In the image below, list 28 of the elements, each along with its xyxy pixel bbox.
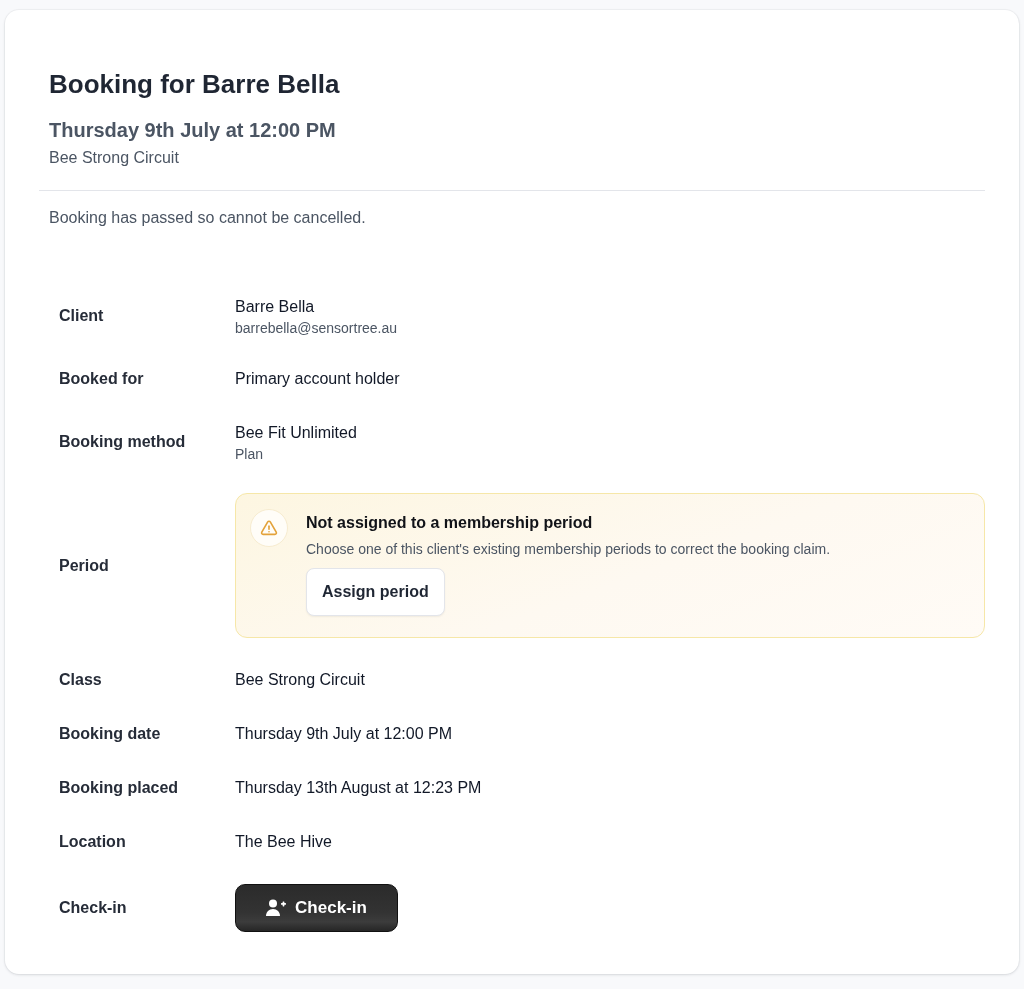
detail-value: Thursday 9th July at 12:00 PM (235, 724, 453, 744)
alert-message: Choose one of this client's existing membership periods to correct the booking claim. (306, 540, 831, 559)
detail-secondary-text: Plan (235, 445, 265, 463)
cancellation-notice: Booking has passed so cannot be cancelled. (48, 208, 367, 228)
detail-label: Location (59, 832, 126, 852)
warning-icon (250, 509, 288, 547)
detail-label: Class (59, 670, 102, 690)
detail-value: Bee Strong Circuit (235, 670, 366, 690)
detail-value: The Bee Hive (235, 832, 333, 852)
check-in-button[interactable]: Check-in (235, 884, 398, 932)
page-title: Booking for Barre Bella (49, 68, 341, 100)
detail-label: Period (59, 555, 109, 576)
detail-label: Client (59, 306, 104, 326)
detail-label: Booked for (59, 369, 144, 389)
detail-value: Barre Bella (235, 297, 316, 317)
detail-label: Booking date (59, 724, 161, 744)
alert-title: Not assigned to a membership period (306, 513, 593, 533)
class-name: Bee Strong Circuit (49, 148, 180, 168)
detail-value: Bee Fit Unlimited (235, 423, 358, 443)
detail-secondary-text: barrebella@sensortree.au (235, 319, 399, 337)
detail-label: Check-in (59, 898, 127, 918)
detail-value: Primary account holder (235, 369, 401, 389)
booking-date-heading: Thursday 9th July at 12:00 PM (49, 118, 337, 143)
detail-label: Booking method (59, 432, 186, 452)
detail-value: Thursday 13th August at 12:23 PM (235, 778, 483, 798)
user-plus-icon (266, 899, 287, 917)
detail-label: Booking placed (59, 778, 179, 798)
assign-period-button[interactable]: Assign period (306, 568, 445, 616)
